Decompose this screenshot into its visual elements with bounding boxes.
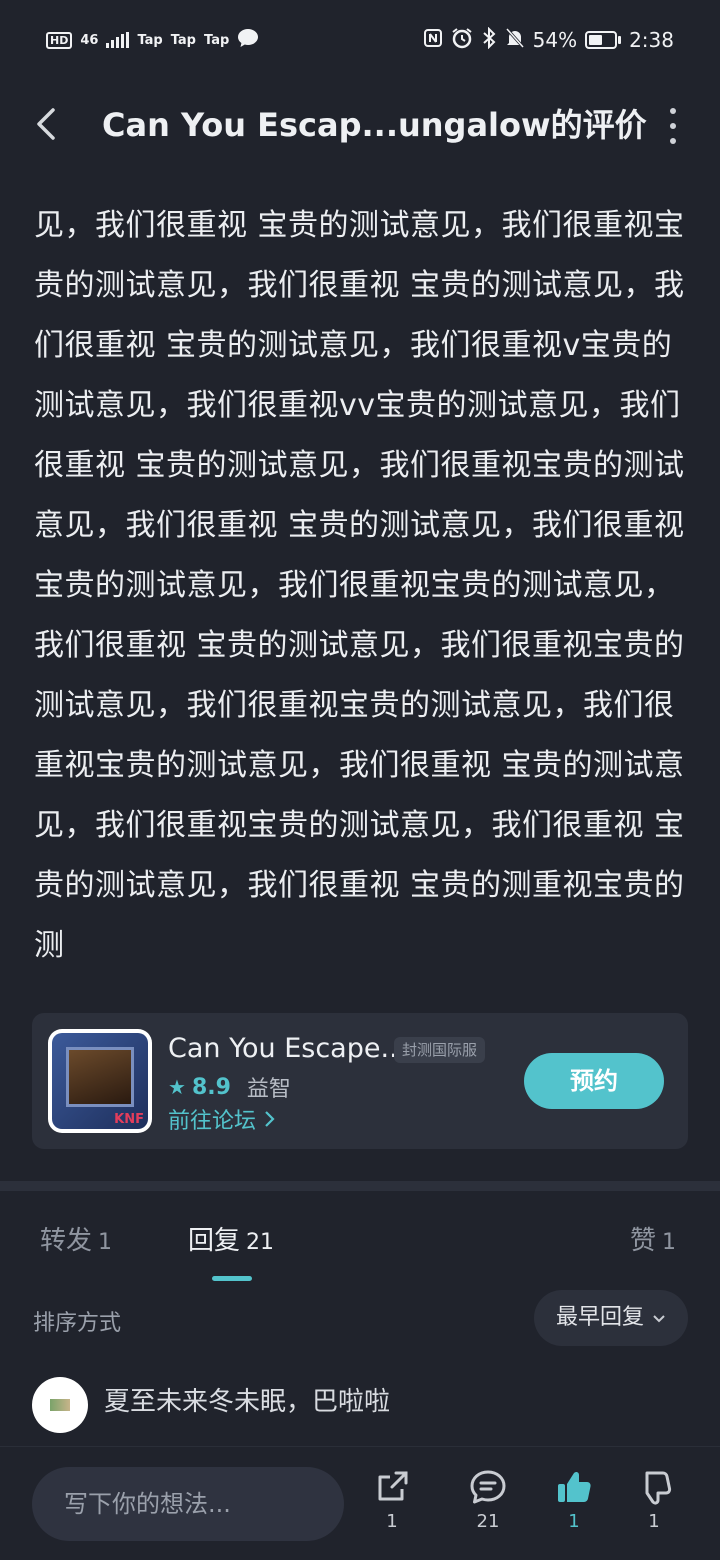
reply-button[interactable]: 21	[458, 1469, 518, 1532]
bluetooth-icon	[481, 26, 497, 54]
battery-icon	[585, 31, 622, 49]
chevron-right-icon	[263, 1109, 275, 1134]
tab-likes[interactable]: 赞1	[630, 1220, 676, 1257]
app-card[interactable]: KNF Can You Escape... 封测国际服 ★ 8.9 益智 前往论…	[32, 1013, 688, 1149]
forum-link-label: 前往论坛	[168, 1109, 257, 1134]
tab-replies-label: 回复	[188, 1226, 241, 1256]
more-options-button[interactable]	[666, 108, 680, 144]
tab-repost[interactable]: 转发 1	[40, 1220, 112, 1257]
like-count: 1	[568, 1511, 580, 1532]
tap-notification-3: Tap	[204, 32, 230, 48]
tab-repost-count: 1	[98, 1230, 113, 1255]
battery-percent: 54%	[532, 28, 578, 52]
dislike-count: 1	[648, 1511, 660, 1532]
sort-dropdown[interactable]: 最早回复	[533, 1290, 688, 1346]
mute-bell-icon	[505, 27, 525, 54]
comment-text: 夏至未来冬未眠，巴啦啦	[104, 1387, 391, 1417]
page-title: Can You Escap...ungalow的评价	[102, 106, 647, 144]
dislike-button[interactable]: 1	[624, 1469, 684, 1532]
app-rating: ★ 8.9 益智	[168, 1071, 291, 1103]
forum-link[interactable]: 前往论坛	[168, 1103, 275, 1135]
app-region-badge: 封测国际服	[394, 1037, 486, 1063]
tab-replies[interactable]: 回复 21	[188, 1220, 274, 1257]
section-divider	[0, 1181, 720, 1191]
active-tab-indicator	[212, 1276, 252, 1281]
tab-replies-count: 21	[246, 1230, 275, 1255]
star-icon: ★	[168, 1075, 186, 1099]
back-button[interactable]	[26, 104, 66, 144]
share-count: 1	[386, 1511, 398, 1532]
network-type: 46	[80, 32, 99, 48]
avatar[interactable]	[32, 1377, 88, 1433]
reply-count: 21	[476, 1511, 500, 1532]
chevron-down-icon	[652, 1290, 666, 1346]
sort-selected-value: 最早回复	[555, 1305, 644, 1330]
comment-icon	[470, 1470, 506, 1504]
tab-repost-label: 转发	[40, 1226, 93, 1256]
alarm-icon	[451, 27, 473, 54]
thumbs-up-icon	[558, 1471, 591, 1502]
bottom-action-bar: 写下你的想法... 1 21 1 1	[0, 1446, 720, 1560]
clock: 2:38	[629, 28, 674, 52]
comment-input[interactable]: 写下你的想法...	[32, 1467, 344, 1541]
header: Can You Escap...ungalow的评价	[0, 80, 720, 170]
message-icon	[237, 28, 259, 52]
tab-likes-count: 1	[662, 1230, 677, 1255]
hd-indicator: HD	[46, 31, 73, 49]
chevron-left-icon	[37, 108, 55, 140]
app-genre: 益智	[246, 1077, 291, 1102]
reserve-button[interactable]: 预约	[524, 1053, 664, 1109]
app-icon[interactable]: KNF	[48, 1029, 152, 1133]
tap-notification-1: Tap	[137, 32, 163, 48]
rating-value: 8.9	[191, 1074, 231, 1100]
tab-likes-label: 赞	[630, 1226, 657, 1256]
thumbs-down-icon	[645, 1471, 672, 1505]
signal-icon	[106, 32, 130, 48]
sort-label: 排序方式	[33, 1311, 122, 1336]
app-name: Can You Escape...	[168, 1033, 407, 1064]
tap-notification-2: Tap	[170, 32, 196, 48]
review-body: 见，我们很重视 宝贵的测试意见，我们很重视宝贵的测试意见，我们很重视 宝贵的测试…	[34, 208, 685, 963]
share-button[interactable]: 1	[362, 1469, 422, 1532]
nfc-icon	[423, 28, 443, 53]
status-bar: HD 46 Tap Tap Tap 54% 2:38	[0, 0, 720, 80]
app-icon-logo: KNF	[114, 1112, 144, 1127]
like-button[interactable]: 1	[544, 1469, 604, 1532]
share-icon	[378, 1471, 408, 1501]
